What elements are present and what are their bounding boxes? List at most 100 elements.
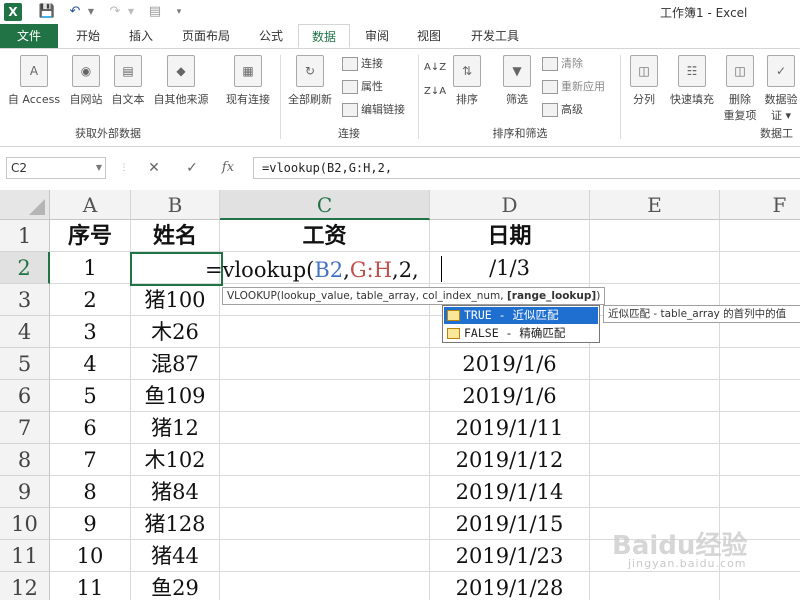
- cell-e7[interactable]: [590, 412, 720, 444]
- cell-c4[interactable]: [220, 316, 430, 348]
- cell-a6[interactable]: 5: [50, 380, 131, 412]
- enter-icon[interactable]: ✓: [182, 157, 202, 179]
- cell-d6[interactable]: 2019/1/6: [430, 380, 590, 412]
- cell-a11[interactable]: 10: [50, 540, 131, 572]
- existing-connections-button[interactable]: ▦ 现有连接: [222, 55, 274, 107]
- cell-e1[interactable]: [590, 220, 720, 252]
- cell-b4[interactable]: 木26: [131, 316, 220, 348]
- tab-data[interactable]: 数据: [298, 24, 350, 48]
- from-other-sources-button[interactable]: ◆ 自其他来源: [150, 55, 212, 107]
- sort-button[interactable]: ⇅ 排序: [450, 55, 484, 107]
- cell-c1[interactable]: 工资: [220, 220, 430, 252]
- row-header-9[interactable]: 9: [0, 476, 50, 508]
- connections-button[interactable]: 连接: [342, 55, 383, 73]
- cell-e9[interactable]: [590, 476, 720, 508]
- cell-a3[interactable]: 2: [50, 284, 131, 316]
- cell-c11[interactable]: [220, 540, 430, 572]
- cell-f2[interactable]: [720, 252, 800, 284]
- row-header-4[interactable]: 4: [0, 316, 50, 348]
- cell-b3[interactable]: 猪100: [131, 284, 220, 316]
- from-text-button[interactable]: ▤ 自文本: [108, 55, 148, 107]
- cell-f12[interactable]: [720, 572, 800, 600]
- sort-descending-button[interactable]: Z↓A: [424, 83, 446, 101]
- undo-icon[interactable]: ↶: [66, 3, 84, 21]
- advanced-filter-button[interactable]: 高级: [542, 101, 583, 119]
- cell-d11[interactable]: 2019/1/23: [430, 540, 590, 572]
- from-access-button[interactable]: A 自 Access: [4, 55, 64, 107]
- cell-f7[interactable]: [720, 412, 800, 444]
- remove-duplicates-button[interactable]: ◫ 删除 重复项: [720, 55, 760, 123]
- cell-c6[interactable]: [220, 380, 430, 412]
- row-header-1[interactable]: 1: [0, 220, 50, 252]
- row-header-2[interactable]: 2: [0, 252, 50, 284]
- row-header-3[interactable]: 3: [0, 284, 50, 316]
- row-header-7[interactable]: 7: [0, 412, 50, 444]
- cell-a12[interactable]: 11: [50, 572, 131, 600]
- chevron-down-icon[interactable]: ▼: [96, 158, 102, 178]
- cell-b5[interactable]: 混87: [131, 348, 220, 380]
- cell-a10[interactable]: 9: [50, 508, 131, 540]
- from-web-button[interactable]: ◉ 自网站: [64, 55, 108, 107]
- cell-d2[interactable]: /1/3: [430, 252, 590, 284]
- sort-ascending-button[interactable]: A↓Z: [424, 59, 446, 77]
- formula-input[interactable]: =vlookup(B2,G:H,2,: [253, 157, 800, 179]
- function-signature-tooltip[interactable]: VLOOKUP(lookup_value, table_array, col_i…: [222, 287, 606, 305]
- cell-a5[interactable]: 4: [50, 348, 131, 380]
- redo-icon[interactable]: ↷: [106, 3, 124, 21]
- row-header-11[interactable]: 11: [0, 540, 50, 572]
- tab-file[interactable]: 文件: [0, 24, 58, 48]
- properties-button[interactable]: 属性: [342, 78, 383, 96]
- cell-a4[interactable]: 3: [50, 316, 131, 348]
- cell-d12[interactable]: 2019/1/28: [430, 572, 590, 600]
- tab-page-layout[interactable]: 页面布局: [166, 24, 246, 48]
- cell-c7[interactable]: [220, 412, 430, 444]
- row-header-12[interactable]: 12: [0, 572, 50, 600]
- row-header-8[interactable]: 8: [0, 444, 50, 476]
- clear-filter-button[interactable]: 清除: [542, 55, 583, 73]
- cell-e2[interactable]: [590, 252, 720, 284]
- cell-e6[interactable]: [590, 380, 720, 412]
- tab-view[interactable]: 视图: [404, 24, 454, 48]
- filter-button[interactable]: ▼ 筛选: [498, 55, 536, 107]
- undo-dropdown-icon[interactable]: ▼: [86, 3, 96, 21]
- cell-a9[interactable]: 8: [50, 476, 131, 508]
- column-header-c[interactable]: C: [220, 190, 430, 220]
- autocomplete-item-false[interactable]: FALSE - 精确匹配: [444, 325, 598, 342]
- row-header-5[interactable]: 5: [0, 348, 50, 380]
- cell-e5[interactable]: [590, 348, 720, 380]
- tab-home[interactable]: 开始: [60, 24, 116, 48]
- column-header-b[interactable]: B: [131, 190, 220, 220]
- cell-f6[interactable]: [720, 380, 800, 412]
- tab-insert[interactable]: 插入: [116, 24, 166, 48]
- cell-d8[interactable]: 2019/1/12: [430, 444, 590, 476]
- tab-review[interactable]: 审阅: [352, 24, 402, 48]
- name-box[interactable]: C2 ▼: [6, 157, 106, 179]
- cell-e12[interactable]: [590, 572, 720, 600]
- cell-c5[interactable]: [220, 348, 430, 380]
- cell-c9[interactable]: [220, 476, 430, 508]
- cell-a7[interactable]: 6: [50, 412, 131, 444]
- cell-d9[interactable]: 2019/1/14: [430, 476, 590, 508]
- cell-b9[interactable]: 猪84: [131, 476, 220, 508]
- cell-c12[interactable]: [220, 572, 430, 600]
- cell-b7[interactable]: 猪12: [131, 412, 220, 444]
- cell-b11[interactable]: 猪44: [131, 540, 220, 572]
- cell-a1[interactable]: 序号: [50, 220, 131, 252]
- tab-formulas[interactable]: 公式: [246, 24, 296, 48]
- refresh-all-button[interactable]: ↻ 全部刷新: [284, 55, 336, 107]
- data-validation-button[interactable]: ✓ 数据验 证 ▾: [762, 55, 800, 123]
- cell-b6[interactable]: 鱼109: [131, 380, 220, 412]
- select-all-button[interactable]: [0, 190, 50, 220]
- column-header-d[interactable]: D: [430, 190, 590, 220]
- save-icon[interactable]: 💾: [38, 3, 56, 21]
- row-header-10[interactable]: 10: [0, 508, 50, 540]
- cell-f8[interactable]: [720, 444, 800, 476]
- redo-dropdown-icon[interactable]: ▼: [126, 3, 136, 21]
- column-header-a[interactable]: A: [50, 190, 131, 220]
- insert-function-icon[interactable]: fx: [218, 157, 238, 179]
- cell-f1[interactable]: [720, 220, 800, 252]
- cell-b1[interactable]: 姓名: [131, 220, 220, 252]
- cell-c10[interactable]: [220, 508, 430, 540]
- cell-b10[interactable]: 猪128: [131, 508, 220, 540]
- cancel-icon[interactable]: ✕: [144, 157, 164, 179]
